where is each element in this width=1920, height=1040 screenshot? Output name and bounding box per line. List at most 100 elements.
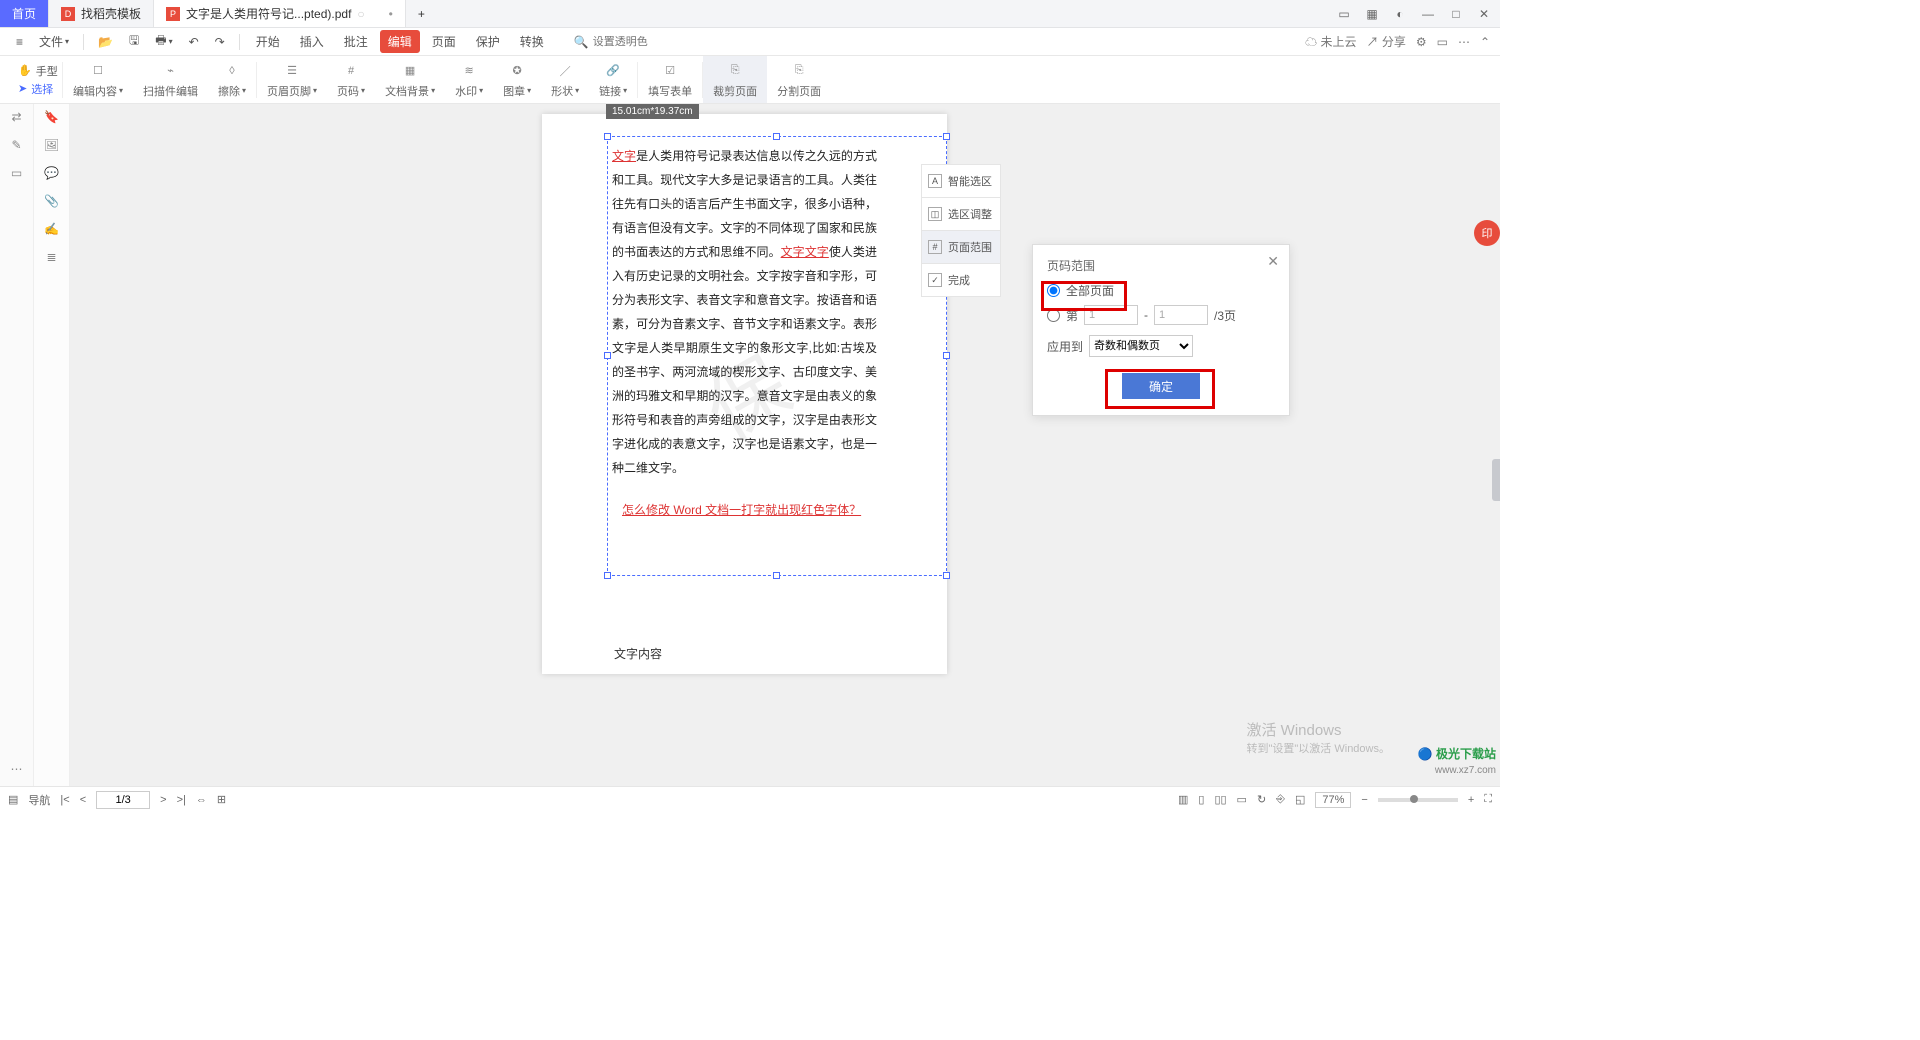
minimize-icon[interactable]: — — [1420, 7, 1436, 21]
fit-width-icon[interactable]: ⇔ — [196, 794, 207, 806]
panel-close-icon[interactable]: ✕ — [1267, 253, 1279, 270]
grp-crop-page[interactable]: ⎘裁剪页面 — [703, 56, 767, 103]
comment-icon[interactable]: 💬 — [44, 166, 59, 180]
radio-range[interactable] — [1047, 309, 1060, 322]
ribbon-tab-start[interactable]: 开始 — [248, 30, 288, 53]
user-icon[interactable]: ◐ — [1392, 7, 1408, 21]
grp-scan-edit[interactable]: ⌁扫描件编辑 — [133, 61, 208, 99]
signature-icon[interactable]: ✍ — [44, 222, 59, 236]
zoom-out-icon[interactable]: − — [1361, 794, 1367, 806]
opt-all-pages[interactable]: 全部页面 — [1047, 282, 1275, 299]
first-page-icon[interactable]: |< — [60, 794, 69, 806]
grp-background[interactable]: ▦文档背景▾ — [375, 61, 445, 99]
search-input[interactable] — [593, 36, 693, 48]
nav-toggle-icon[interactable]: ▤ — [8, 793, 18, 806]
save-icon[interactable]: 🖫 — [123, 31, 145, 52]
grp-shape[interactable]: ／形状▾ — [541, 61, 589, 99]
ribbon-tab-annotate[interactable]: 批注 — [336, 30, 376, 53]
tab-label: 找稻壳模板 — [81, 5, 141, 22]
crop-adjust[interactable]: ◫选区调整 — [921, 197, 1001, 230]
attachment-icon[interactable]: 📎 — [44, 194, 59, 208]
layout-icon[interactable]: ▭ — [1336, 7, 1352, 21]
grp-link[interactable]: 🔗链接▾ — [589, 61, 637, 99]
crop-smart-select[interactable]: A智能选区 — [921, 164, 1001, 197]
ok-button[interactable]: 确定 — [1122, 373, 1200, 399]
edge-handle[interactable] — [1492, 459, 1500, 501]
ribbon-tab-protect[interactable]: 保护 — [468, 30, 508, 53]
grp-edit-content[interactable]: ☐编辑内容▾ — [63, 61, 133, 99]
print-icon[interactable]: 🖶▾ — [149, 31, 178, 52]
fit-page-icon[interactable]: ⊞ — [217, 793, 226, 806]
apply-select[interactable]: 奇数和偶数页 — [1089, 335, 1193, 357]
view-single-icon[interactable]: ▯ — [1198, 793, 1204, 806]
window-icon[interactable]: ▭ — [1437, 35, 1448, 49]
grp-erase[interactable]: ◊擦除▾ — [208, 61, 256, 99]
image-icon[interactable]: 🖼 — [44, 138, 59, 152]
ribbon-tab-page[interactable]: 页面 — [424, 30, 464, 53]
file-menu[interactable]: 文件▾ — [33, 33, 75, 50]
select-mode[interactable]: ➤ 选择 — [18, 81, 62, 97]
rotate-icon[interactable]: ↻ — [1257, 793, 1266, 806]
redo-icon[interactable]: ↷ — [209, 35, 231, 49]
view-continuous-icon[interactable]: ▥ — [1178, 793, 1188, 806]
bookmark-icon[interactable]: 🔖 — [44, 110, 59, 124]
crop-range-panel: ✕ 页码范围 全部页面 第 - /3页 应用到 奇数和偶数页 确定 — [1032, 244, 1290, 416]
edge-badge[interactable]: 印 — [1474, 220, 1500, 246]
grp-page-number[interactable]: #页码▾ — [327, 61, 375, 99]
grp-fill-form[interactable]: ☑填写表单 — [638, 61, 702, 99]
range-from-input[interactable] — [1084, 305, 1138, 325]
range-to-input[interactable] — [1154, 305, 1208, 325]
radio-all[interactable] — [1047, 284, 1060, 297]
nav-label[interactable]: 导航 — [28, 792, 50, 808]
maximize-icon[interactable]: □ — [1448, 7, 1464, 21]
edit-tool-icon[interactable]: ✎ — [11, 138, 21, 152]
close-window-icon[interactable]: ✕ — [1476, 7, 1492, 21]
tab-template[interactable]: D 找稻壳模板 — [49, 0, 154, 27]
more-tools-icon[interactable]: ⋯ — [11, 762, 23, 776]
view-book-icon[interactable]: ▭ — [1237, 793, 1247, 806]
zoom-value[interactable]: 77% — [1315, 792, 1351, 808]
grp-stamp[interactable]: ✪图章▾ — [493, 61, 541, 99]
zoom-fit-icon[interactable]: ◱ — [1295, 793, 1305, 806]
open-icon[interactable]: 📂 — [92, 35, 119, 49]
grp-header-footer[interactable]: ☰页眉页脚▾ — [257, 61, 327, 99]
handle-bl[interactable] — [604, 572, 611, 579]
undo-icon[interactable]: ↶ — [183, 35, 205, 49]
search-icon[interactable]: 🔍 — [574, 35, 589, 49]
view-double-icon[interactable]: ▯▯ — [1214, 793, 1226, 806]
cloud-status[interactable]: ☁ 未上云 — [1305, 33, 1356, 50]
handle-bm[interactable] — [773, 572, 780, 579]
tab-add[interactable]: + — [406, 0, 437, 27]
grp-watermark[interactable]: ≋水印▾ — [445, 61, 493, 99]
page-input[interactable] — [96, 791, 150, 809]
crop-done[interactable]: ✓完成 — [921, 263, 1001, 297]
book-icon[interactable]: ▭ — [11, 166, 22, 180]
menu-icon[interactable]: ≡ — [10, 35, 29, 49]
tab-document[interactable]: P 文字是人类用符号记...pted).pdf ○ • — [154, 0, 406, 27]
close-icon[interactable]: • — [389, 7, 393, 21]
grp-split-page[interactable]: ⎘分割页面 — [767, 61, 831, 99]
collapse-icon[interactable]: ⌃ — [1480, 35, 1490, 49]
share-button[interactable]: ↗ 分享 — [1366, 33, 1405, 50]
settings-icon[interactable]: ⚙ — [1416, 35, 1427, 49]
canvas[interactable]: 15.01cm*19.37cm 保 文字是人类用符号记录表达信息以传之久远的方式… — [70, 104, 1500, 786]
grid-icon[interactable]: ▦ — [1364, 7, 1380, 21]
prev-page-icon[interactable]: < — [80, 794, 86, 806]
more-icon[interactable]: ⋯ — [1458, 35, 1470, 49]
ribbon-tab-insert[interactable]: 插入 — [292, 30, 332, 53]
text-tool-icon[interactable]: ⇄ — [11, 110, 21, 124]
zoom-in-icon[interactable]: + — [1468, 794, 1474, 806]
crop-page-range[interactable]: #页面范围 — [921, 230, 1001, 263]
handle-br[interactable] — [943, 572, 950, 579]
layers-icon[interactable]: ≣ — [46, 250, 56, 264]
fullscreen-icon[interactable]: ⛶ — [1484, 793, 1492, 806]
next-page-icon[interactable]: > — [160, 794, 166, 806]
opt-page-range[interactable]: 第 - /3页 — [1047, 305, 1275, 325]
last-page-icon[interactable]: >| — [177, 794, 186, 806]
crop-icon[interactable]: ⎆ — [1276, 793, 1285, 806]
ribbon-tab-edit[interactable]: 编辑 — [380, 30, 420, 53]
hand-mode[interactable]: ✋ 手型 — [18, 63, 62, 79]
zoom-slider[interactable] — [1378, 798, 1458, 802]
ribbon-tab-convert[interactable]: 转换 — [512, 30, 552, 53]
tab-home[interactable]: 首页 — [0, 0, 49, 27]
